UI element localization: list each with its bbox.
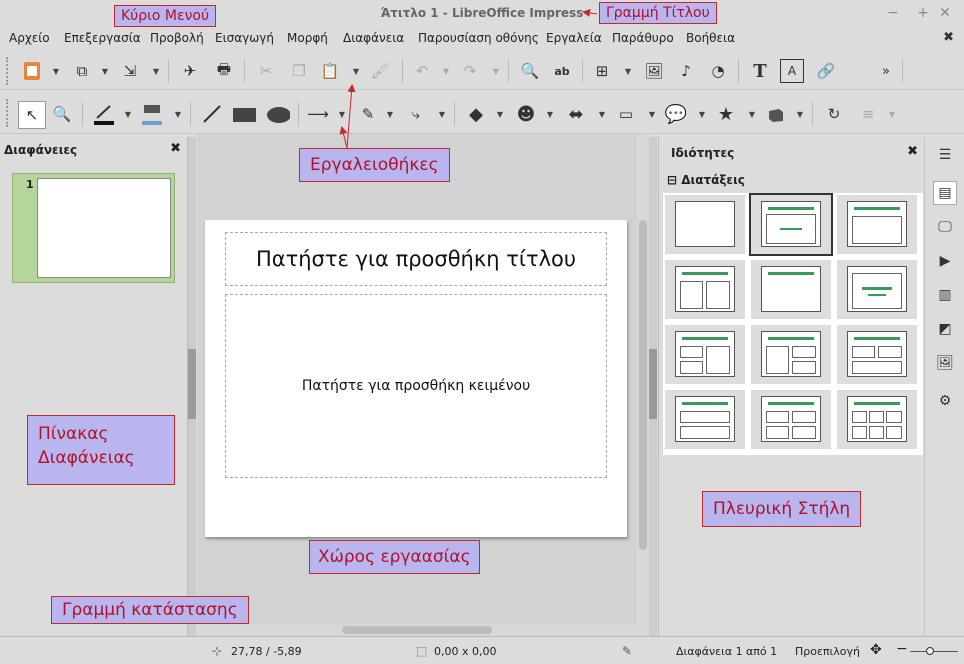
annotation-arrows bbox=[339, 8, 598, 149]
